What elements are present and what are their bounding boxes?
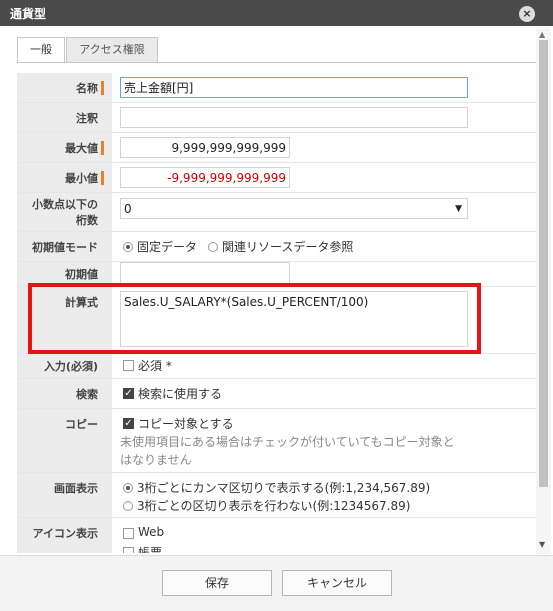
chevron-down-icon: ▼: [455, 204, 462, 214]
row-decimals: 小数点以下の 桁数 0 ▼: [17, 193, 536, 232]
min-label: 最小値: [65, 172, 98, 185]
scrollbar-thumb[interactable]: [539, 40, 548, 487]
name-label: 名称: [76, 82, 98, 95]
display-label: 画面表示: [54, 482, 98, 495]
row-max: 最大値 9,999,999,999,999: [17, 133, 536, 163]
row-icon: アイコン表示 Web 帳票: [17, 518, 536, 553]
init-mode-fixed-label: 固定データ: [137, 240, 198, 254]
decimals-label-line1: 小数点以下の: [32, 198, 98, 211]
scroll-down-icon[interactable]: ▼: [539, 540, 545, 549]
icon-label: アイコン表示: [32, 527, 98, 540]
icon-report-label: 帳票: [138, 546, 163, 553]
cancel-button[interactable]: キャンセル: [282, 570, 392, 596]
required-checkbox[interactable]: [123, 360, 134, 371]
display-nocomma-label: 3桁ごとの区切り表示を行わない(例:1234567.89): [137, 499, 411, 513]
decimals-value: 0: [124, 202, 132, 216]
init-mode-label: 初期値モード: [32, 241, 98, 254]
copy-checkbox[interactable]: ✓: [123, 418, 134, 429]
icon-report-checkbox[interactable]: [123, 547, 134, 553]
tab-general[interactable]: 一般: [17, 37, 65, 63]
row-name: 名称 売上金額[円]: [17, 73, 536, 103]
scroll-up-icon[interactable]: ▲: [539, 30, 545, 39]
required-marker: [101, 141, 104, 155]
row-required: 入力(必須) 必須 *: [17, 354, 536, 379]
display-comma-label: 3桁ごとにカンマ区切りで表示する(例:1,234,567.89): [137, 481, 431, 495]
row-search: 検索 ✓ 検索に使用する: [17, 379, 536, 409]
copy-option-label: コピー対象とする: [138, 417, 234, 431]
max-input[interactable]: 9,999,999,999,999: [120, 137, 290, 158]
note-label: 注釈: [76, 112, 98, 125]
tab-access-rights[interactable]: アクセス権限: [66, 37, 158, 62]
row-note: 注釈: [17, 103, 536, 133]
min-input[interactable]: -9,999,999,999,999: [120, 167, 290, 188]
dialog-footer: 保存 キャンセル: [0, 555, 553, 611]
icon-web-label: Web: [138, 525, 165, 539]
required-option-label: 必須 *: [138, 359, 172, 373]
name-input[interactable]: 売上金額[円]: [120, 77, 468, 98]
init-mode-related-label: 関連リソースデータ参照: [222, 240, 354, 254]
copy-label: コピー: [65, 418, 98, 431]
search-option-label: 検索に使用する: [138, 387, 223, 401]
required-label: 入力(必須): [43, 360, 98, 373]
init-value-label: 初期値: [65, 268, 98, 281]
vertical-scrollbar[interactable]: ▲ ▼: [536, 28, 551, 554]
init-mode-related-radio[interactable]: [208, 242, 218, 252]
init-mode-fixed-radio[interactable]: [123, 242, 133, 252]
display-comma-radio[interactable]: [123, 483, 133, 493]
row-init-mode: 初期値モード 固定データ 関連リソースデータ参照: [17, 232, 536, 262]
decimals-select[interactable]: 0 ▼: [120, 198, 468, 219]
save-button[interactable]: 保存: [162, 570, 272, 596]
close-icon[interactable]: ×: [519, 6, 535, 22]
row-copy: コピー ✓ コピー対象とする 未使用項目にある場合はチェックが付いていてもコピー…: [17, 409, 536, 473]
search-label: 検索: [76, 388, 98, 401]
dialog-title: 通貨型: [10, 7, 47, 21]
decimals-label-line2: 桁数: [76, 214, 98, 227]
dialog-titlebar: 通貨型 ×: [0, 0, 553, 26]
row-display: 画面表示 3桁ごとにカンマ区切りで表示する(例:1,234,567.89) 3桁…: [17, 473, 536, 518]
max-label: 最大値: [65, 142, 98, 155]
formula-highlight-box: [28, 283, 481, 354]
row-min: 最小値 -9,999,999,999,999: [17, 163, 536, 193]
display-nocomma-radio[interactable]: [123, 501, 133, 511]
required-marker: [101, 81, 104, 95]
init-value-input[interactable]: [120, 262, 290, 284]
note-input[interactable]: [120, 107, 468, 128]
icon-web-checkbox[interactable]: [123, 528, 134, 539]
search-checkbox[interactable]: ✓: [123, 388, 134, 399]
required-marker: [101, 171, 104, 185]
copy-note: 未使用項目にある場合はチェックが付いていてもコピー対象とはなりません: [120, 435, 455, 467]
